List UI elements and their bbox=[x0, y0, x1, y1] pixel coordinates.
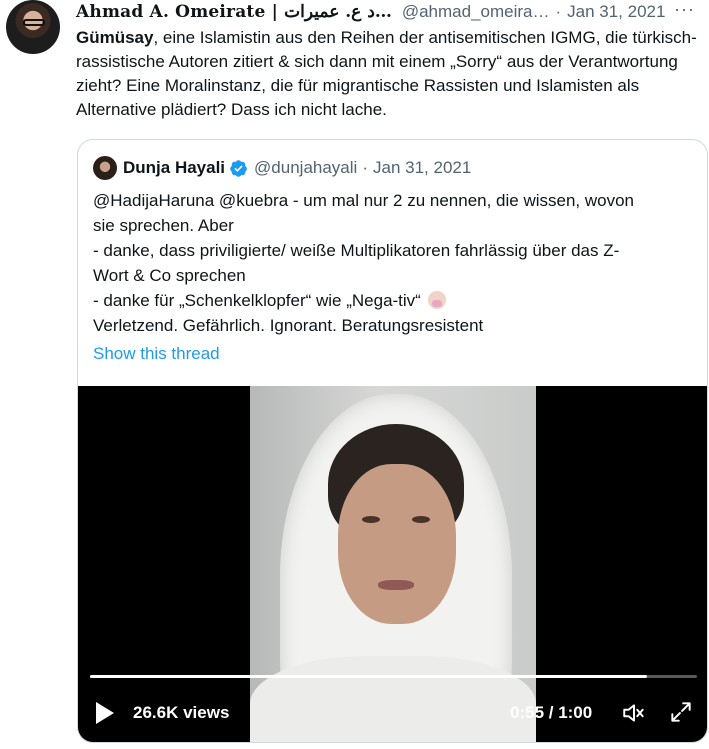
avatar-glasses bbox=[23, 19, 45, 26]
header-separator: · bbox=[555, 2, 562, 21]
tweet-header: Ahmad A. Omeirate | د ع. عميرات… @ahmad_… bbox=[76, 0, 699, 23]
show-thread-link[interactable]: Show this thread bbox=[93, 344, 220, 364]
video-views: 26.6K views bbox=[133, 703, 230, 722]
quote-author-handle[interactable]: @dunjahayali bbox=[254, 158, 357, 178]
quote-line: - danke für „Schenkelklopfer“ wie „Nega-… bbox=[93, 291, 421, 310]
video-eye bbox=[362, 516, 380, 523]
author-handle[interactable]: @ahmad_omeira… bbox=[402, 2, 550, 22]
face-palm-emoji-icon bbox=[427, 291, 446, 309]
tweet-date[interactable]: Jan 31, 2021 bbox=[567, 2, 665, 22]
video-controls: 26.6K views 0:55 / 1:00 bbox=[78, 686, 707, 736]
quote-line: - danke, dass priviligierte/ weiße Multi… bbox=[93, 241, 620, 260]
volume-icon[interactable] bbox=[621, 700, 647, 726]
tweet-text-bold: Gümüsay bbox=[76, 28, 154, 47]
video-eye bbox=[412, 516, 430, 523]
video-progress-bar[interactable] bbox=[90, 675, 697, 678]
tweet-text-body: , eine Islamistin aus den Reihen der ant… bbox=[76, 28, 697, 119]
quote-line: Wort & Co sprechen bbox=[93, 266, 246, 285]
more-options-icon[interactable]: ··· bbox=[674, 0, 695, 20]
quote-separator: · bbox=[362, 158, 368, 177]
author-name[interactable]: Ahmad A. Omeirate | د ع. عميرات… bbox=[76, 2, 392, 22]
quote-text: @HadijaHaruna @kuebra - um mal nur 2 zu … bbox=[93, 188, 693, 338]
quote-line: @HadijaHaruna @kuebra - um mal nur 2 zu … bbox=[93, 191, 635, 210]
quote-date[interactable]: Jan 31, 2021 bbox=[373, 158, 471, 178]
play-icon[interactable] bbox=[96, 702, 114, 724]
quoted-tweet[interactable]: Dunja Hayali @dunjahayali · Jan 31, 2021… bbox=[77, 139, 708, 743]
quote-line: Verletzend. Gefährlich. Ignorant. Beratu… bbox=[93, 316, 484, 335]
author-avatar[interactable] bbox=[6, 0, 60, 54]
fullscreen-icon[interactable] bbox=[668, 699, 694, 725]
quote-line: sie sprechen. Aber bbox=[93, 216, 234, 235]
video-face bbox=[338, 464, 456, 624]
quote-line-with-emoji: - danke für „Schenkelklopfer“ wie „Nega-… bbox=[93, 288, 693, 313]
video-progress-fill bbox=[90, 675, 647, 678]
verified-badge-icon bbox=[230, 159, 247, 177]
video-player[interactable]: 26.6K views 0:55 / 1:00 bbox=[78, 386, 707, 742]
quote-header: Dunja Hayali @dunjahayali · Jan 31, 2021 bbox=[93, 156, 471, 180]
video-time: 0:55 / 1:00 bbox=[510, 703, 593, 722]
quote-author-name[interactable]: Dunja Hayali bbox=[123, 158, 225, 178]
video-mouth bbox=[378, 580, 414, 590]
tweet-text: Gümüsay, eine Islamistin aus den Reihen … bbox=[76, 26, 704, 122]
quote-author-avatar[interactable] bbox=[93, 156, 117, 180]
